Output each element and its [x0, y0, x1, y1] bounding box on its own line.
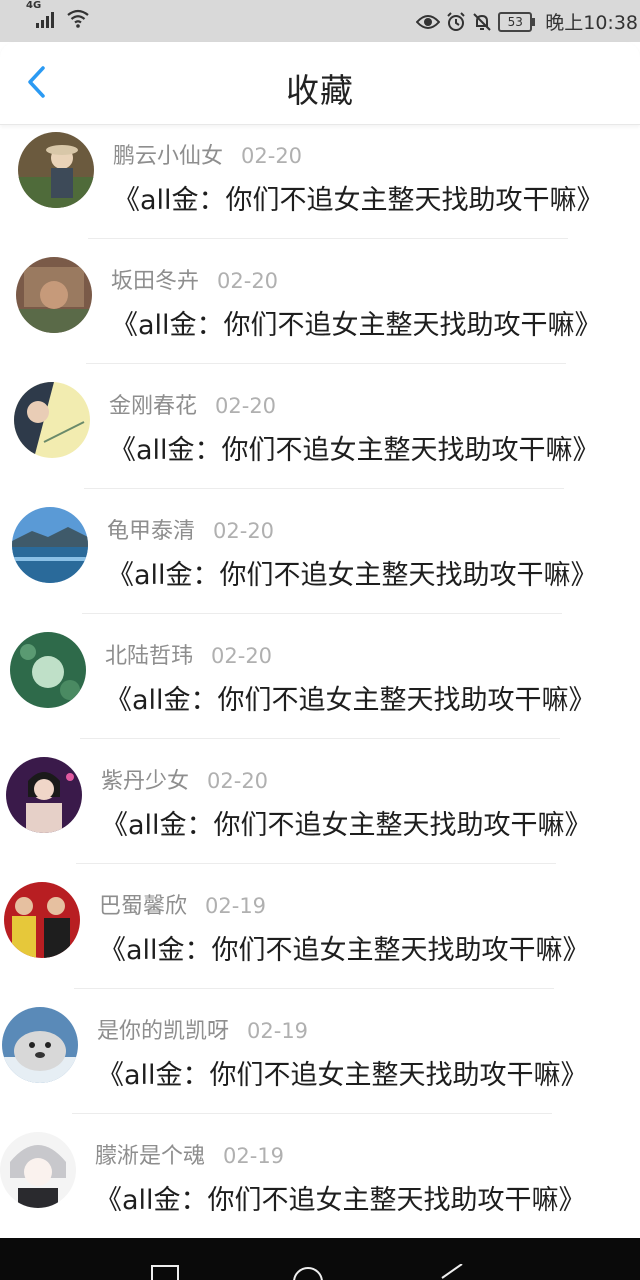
author-name: 金刚春花 [109, 394, 198, 419]
wifi-icon [67, 9, 89, 28]
alarm-icon [447, 11, 465, 31]
item-meta: 朦淅是个魂 02-19 [95, 1138, 284, 1170]
divider [80, 738, 560, 739]
author-name: 是你的凯凯呀 [97, 1019, 230, 1044]
item-date: 02-20 [215, 394, 277, 418]
item-title: 《all金：你们不追女主整天找助攻干嘛》 [105, 685, 596, 716]
author-name: 鹏云小仙女 [113, 144, 224, 169]
list-item[interactable]: 北陆哲玮 02-20 《all金：你们不追女主整天找助攻干嘛》 [10, 624, 640, 749]
author-name: 龟甲泰清 [107, 519, 196, 544]
network-type-label: 4G [26, 0, 42, 11]
item-title: 《all金：你们不追女主整天找助攻干嘛》 [113, 185, 604, 216]
status-right: 53 晚上10:38 [416, 8, 638, 35]
item-meta: 金刚春花 02-20 [109, 388, 276, 420]
battery-icon: 53 [498, 11, 536, 32]
avatar [16, 257, 92, 333]
item-meta: 鹏云小仙女 02-20 [113, 138, 302, 170]
clock: 晚上10:38 [545, 12, 638, 34]
author-name: 北陆哲玮 [105, 644, 194, 669]
divider [84, 488, 564, 489]
item-date: 02-20 [213, 519, 275, 543]
back-nav-icon[interactable] [438, 1264, 466, 1280]
list-item[interactable]: 龟甲泰清 02-20 《all金：你们不追女主整天找助攻干嘛》 [12, 499, 640, 624]
item-meta: 是你的凯凯呀 02-19 [97, 1013, 308, 1045]
divider [88, 238, 568, 239]
recent-apps-icon[interactable] [150, 1264, 180, 1280]
item-title: 《all金：你们不追女主整天找助攻干嘛》 [109, 435, 600, 466]
avatar [2, 1007, 78, 1083]
list-item[interactable]: 鹏云小仙女 02-20 《all金：你们不追女主整天找助攻干嘛》 [18, 124, 640, 249]
home-icon[interactable] [290, 1264, 326, 1280]
avatar [10, 632, 86, 708]
item-date: 02-20 [217, 269, 279, 293]
item-date: 02-20 [211, 644, 273, 668]
signal-icon [36, 12, 54, 28]
item-meta: 巴蜀馨欣 02-19 [99, 888, 266, 920]
item-title: 《all金：你们不追女主整天找助攻干嘛》 [97, 1060, 588, 1091]
item-meta: 紫丹少女 02-20 [101, 763, 268, 795]
status-bar: 4G 53 晚上10:38 [0, 0, 640, 42]
divider [82, 613, 562, 614]
page-title: 收藏 [286, 71, 354, 110]
avatar [18, 132, 94, 208]
divider [72, 1113, 552, 1114]
avatar [14, 382, 90, 458]
avatar [0, 1132, 76, 1208]
eye-icon [416, 14, 441, 29]
header: 收藏 [0, 42, 640, 125]
divider [76, 863, 556, 864]
system-nav-bar [0, 1238, 640, 1280]
item-title: 《all金：你们不追女主整天找助攻干嘛》 [95, 1185, 586, 1216]
list-item[interactable]: 紫丹少女 02-20 《all金：你们不追女主整天找助攻干嘛》 [6, 749, 640, 874]
item-date: 02-19 [223, 1144, 285, 1168]
mute-bell-icon [473, 12, 491, 31]
author-name: 朦淅是个魂 [95, 1144, 206, 1169]
item-date: 02-19 [205, 894, 267, 918]
avatar [12, 507, 88, 583]
list-item[interactable]: 金刚春花 02-20 《all金：你们不追女主整天找助攻干嘛》 [14, 374, 640, 499]
item-title: 《all金：你们不追女主整天找助攻干嘛》 [101, 810, 592, 841]
item-title: 《all金：你们不追女主整天找助攻干嘛》 [107, 560, 598, 591]
status-left: 4G [26, 0, 90, 28]
list-item[interactable]: 巴蜀馨欣 02-19 《all金：你们不追女主整天找助攻干嘛》 [4, 874, 640, 999]
battery-level: 53 [498, 11, 533, 32]
author-name: 巴蜀馨欣 [99, 894, 188, 919]
divider [74, 988, 554, 989]
list-item[interactable]: 朦淅是个魂 02-19 《all金：你们不追女主整天找助攻干嘛》 [0, 1124, 640, 1249]
list-item[interactable]: 坂田冬卉 02-20 《all金：你们不追女主整天找助攻干嘛》 [16, 249, 640, 374]
item-title: 《all金：你们不追女主整天找助攻干嘛》 [99, 935, 590, 966]
item-date: 02-20 [207, 769, 269, 793]
author-name: 紫丹少女 [101, 769, 190, 794]
list-item[interactable]: 是你的凯凯呀 02-19 《all金：你们不追女主整天找助攻干嘛》 [2, 999, 640, 1124]
item-date: 02-20 [241, 144, 303, 168]
item-meta: 龟甲泰清 02-20 [107, 513, 274, 545]
avatar [4, 882, 80, 958]
item-meta: 坂田冬卉 02-20 [111, 263, 278, 295]
avatar [6, 757, 82, 833]
item-meta: 北陆哲玮 02-20 [105, 638, 272, 670]
item-title: 《all金：你们不追女主整天找助攻干嘛》 [111, 310, 602, 341]
item-date: 02-19 [247, 1019, 309, 1043]
divider [86, 363, 566, 364]
author-name: 坂田冬卉 [111, 269, 200, 294]
